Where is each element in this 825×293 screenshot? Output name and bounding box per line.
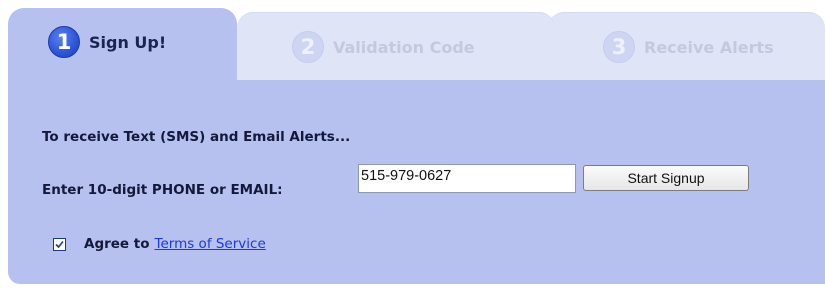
phone-email-input[interactable] (358, 164, 576, 193)
step-2-icon: 2 (292, 31, 324, 63)
checkmark-icon (55, 240, 64, 248)
tab-sign-up-label: Sign Up! (89, 32, 167, 52)
tab-receive-alerts-label: Receive Alerts (644, 37, 774, 57)
signup-panel: To receive Text (SMS) and Email Alerts..… (8, 80, 825, 284)
tab-sign-up[interactable]: 1 Sign Up! (8, 8, 237, 84)
signup-wizard: 1 Sign Up! 2 Validation Code 3 Receive A… (8, 8, 825, 284)
tab-receive-alerts[interactable]: 3 Receive Alerts (548, 12, 825, 80)
start-signup-button[interactable]: Start Signup (583, 165, 749, 191)
agree-checkbox[interactable] (53, 237, 66, 251)
phone-email-label: Enter 10-digit PHONE or EMAIL: (42, 182, 283, 198)
intro-text: To receive Text (SMS) and Email Alerts..… (42, 129, 351, 145)
tab-validation-code-label: Validation Code (333, 37, 475, 57)
tab-validation-code[interactable]: 2 Validation Code (237, 12, 555, 80)
terms-of-service-link[interactable]: Terms of Service (155, 236, 266, 252)
agree-row: Agree to Terms of Service (53, 236, 266, 252)
step-1-icon: 1 (48, 26, 80, 58)
agree-label: Agree to (84, 236, 150, 252)
step-3-icon: 3 (603, 31, 635, 63)
wizard-tabs: 1 Sign Up! 2 Validation Code 3 Receive A… (8, 8, 825, 84)
